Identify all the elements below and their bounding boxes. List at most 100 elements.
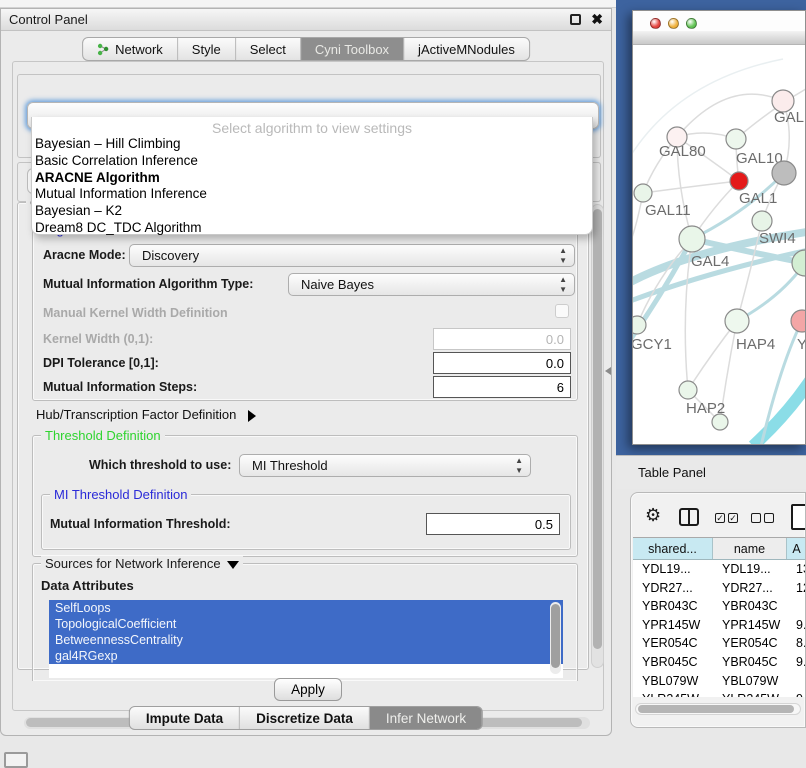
table-cell: YDL19...	[713, 560, 787, 579]
table-cell: YBR043C	[633, 597, 713, 616]
network-node-bottom[interactable]	[712, 414, 728, 430]
table-row[interactable]: YDR27...YDR27...12	[633, 579, 806, 598]
algorithm-dropdown-list: Bayesian – Hill ClimbingBasic Correlatio…	[32, 136, 592, 237]
aracne-mode-combobox[interactable]: Discovery ▲▼	[129, 244, 575, 267]
network-edge[interactable]	[688, 321, 737, 390]
network-node-gcy1[interactable]	[633, 316, 646, 334]
network-node-hap2[interactable]	[679, 381, 697, 399]
splitter-collapse-arrow-icon[interactable]	[605, 367, 611, 375]
data-attributes-list[interactable]: SelfLoopsTopologicalCoefficientBetweenne…	[49, 600, 563, 678]
chevron-right-icon	[248, 410, 256, 422]
network-node-salmon[interactable]	[791, 310, 806, 332]
network-node-gal1[interactable]	[730, 172, 748, 190]
dropdown-prompt: Select algorithm to view settings	[32, 117, 592, 136]
settings-vertical-scrollbar[interactable]	[591, 204, 604, 668]
table-cell: 13	[787, 560, 806, 579]
kernel-width-field[interactable]: 0.0	[433, 328, 571, 350]
table-horizontal-scrollbar[interactable]	[635, 703, 801, 715]
stepper-arrows-icon: ▲▼	[559, 275, 567, 295]
network-node-gal4[interactable]	[679, 226, 705, 252]
select-all-columns-icon[interactable]: ✓✓	[715, 513, 738, 523]
mi-threshold-field[interactable]: 0.5	[426, 513, 560, 535]
tab-cyni-toolbox[interactable]: Cyni Toolbox	[301, 38, 404, 60]
table-panel-window: ⚙ ✓✓ shared...nameA YDL19...YDL19...13YD…	[630, 492, 806, 728]
document-icon[interactable]	[791, 504, 806, 530]
deselect-all-columns-icon[interactable]	[751, 513, 774, 523]
tab-select[interactable]: Select	[236, 38, 301, 60]
tab-label: jActiveMNodules	[418, 42, 515, 57]
network-node-gray[interactable]	[772, 161, 796, 185]
tab-jactivemnodules[interactable]: jActiveMNodules	[404, 38, 529, 60]
network-edge[interactable]	[753, 373, 806, 445]
manual-kernel-checkbox[interactable]	[555, 304, 569, 318]
attribute-item[interactable]: gal4RGexp	[49, 648, 563, 664]
maximize-traffic-light-icon[interactable]	[686, 18, 697, 29]
column-header[interactable]: shared...	[633, 538, 713, 559]
minimized-panel-button[interactable]	[4, 752, 28, 768]
which-threshold-combobox[interactable]: MI Threshold ▲▼	[239, 454, 531, 477]
apply-button[interactable]: Apply	[274, 678, 342, 701]
network-node-label: GAL80	[659, 143, 706, 160]
table-row[interactable]: YDL19...YDL19...13	[633, 560, 806, 579]
chevron-down-icon	[227, 561, 239, 569]
gear-icon[interactable]: ⚙	[645, 505, 661, 526]
column-header[interactable]: name	[713, 538, 787, 559]
network-node-gal11[interactable]	[634, 184, 652, 202]
tab-discretize-data[interactable]: Discretize Data	[240, 707, 370, 729]
mi-type-combobox[interactable]: Naive Bayes ▲▼	[288, 273, 575, 296]
table-cell: YER054C	[633, 634, 713, 653]
table-cell: YLR345W	[713, 690, 787, 697]
hub-definition-toggle[interactable]: Hub/Transcription Factor Definition	[36, 407, 256, 422]
table-row[interactable]: YER054CYER054C8.	[633, 634, 806, 653]
combo-value: Naive Bayes	[301, 277, 374, 292]
network-edge[interactable]	[643, 181, 739, 193]
scrollbar-thumb[interactable]	[638, 705, 794, 713]
table-row[interactable]: YLR345WYLR345W9.	[633, 690, 806, 697]
network-node-swi4[interactable]	[752, 211, 772, 231]
attributes-scrollbar[interactable]	[550, 602, 561, 674]
table-row[interactable]: YBR045CYBR045C9.	[633, 653, 806, 672]
algorithm-definition-group: Algorithm Definition Aracne Mode: Discov…	[32, 229, 578, 401]
close-traffic-light-icon[interactable]	[650, 18, 661, 29]
minimize-traffic-light-icon[interactable]	[668, 18, 679, 29]
network-svg[interactable]: GALGAL80GAL10GAL1GAL11SWI4GAL4GCY1HAP4YH…	[633, 45, 806, 445]
tab-impute-data[interactable]: Impute Data	[130, 707, 240, 729]
unchecked-box-icon	[764, 513, 774, 523]
network-node-gal10[interactable]	[726, 129, 746, 149]
table-row[interactable]: YPR145WYPR145W9.	[633, 616, 806, 635]
network-node-hap4[interactable]	[725, 309, 749, 333]
cyni-toolbox-panel: gal4filtered.sif default node Select alg…	[12, 61, 604, 711]
table-cell: YBL079W	[633, 672, 713, 691]
group-title: Threshold Definition	[41, 428, 165, 443]
table-cell: YDR27...	[713, 579, 787, 598]
table-panel-header: Table Panel	[616, 455, 806, 489]
attribute-item[interactable]: TopologicalCoefficient	[49, 616, 563, 632]
table-cell: YER054C	[713, 634, 787, 653]
attribute-item[interactable]: SelfLoops	[49, 600, 563, 616]
float-window-icon[interactable]	[570, 14, 581, 25]
dropdown-item[interactable]: Bayesian – K2	[32, 203, 592, 220]
stepper-arrows-icon: ▲▼	[559, 246, 567, 266]
table-row[interactable]: YBR043CYBR043C	[633, 597, 806, 616]
table-row[interactable]: YBL079WYBL079W	[633, 672, 806, 691]
dropdown-item[interactable]: ARACNE Algorithm	[32, 170, 592, 187]
scrollbar-thumb[interactable]	[551, 604, 560, 668]
attribute-item[interactable]: BetweennessCentrality	[49, 632, 563, 648]
dropdown-item[interactable]: Dream8 DC_TDC Algorithm	[32, 220, 592, 237]
close-icon[interactable]: ✖	[591, 11, 603, 28]
dropdown-item[interactable]: Bayesian – Hill Climbing	[32, 136, 592, 153]
dropdown-item[interactable]: Mutual Information Inference	[32, 186, 592, 203]
tab-style[interactable]: Style	[178, 38, 236, 60]
dropdown-item[interactable]: Basic Correlation Inference	[32, 153, 592, 170]
dpi-tolerance-field[interactable]: 0.0	[433, 352, 571, 374]
columns-icon[interactable]	[679, 508, 699, 526]
tab-network[interactable]: Network	[83, 38, 178, 60]
manual-kernel-label: Manual Kernel Width Definition	[43, 306, 228, 320]
tab-label: Cyni Toolbox	[315, 42, 389, 57]
table-toolbar: ⚙ ✓✓	[631, 501, 805, 535]
tab-infer-network[interactable]: Infer Network	[370, 707, 482, 729]
table-cell: 9.	[787, 653, 806, 672]
scrollbar-thumb[interactable]	[593, 209, 602, 649]
mi-steps-field[interactable]: 6	[433, 376, 571, 398]
column-header[interactable]: A	[787, 538, 806, 559]
